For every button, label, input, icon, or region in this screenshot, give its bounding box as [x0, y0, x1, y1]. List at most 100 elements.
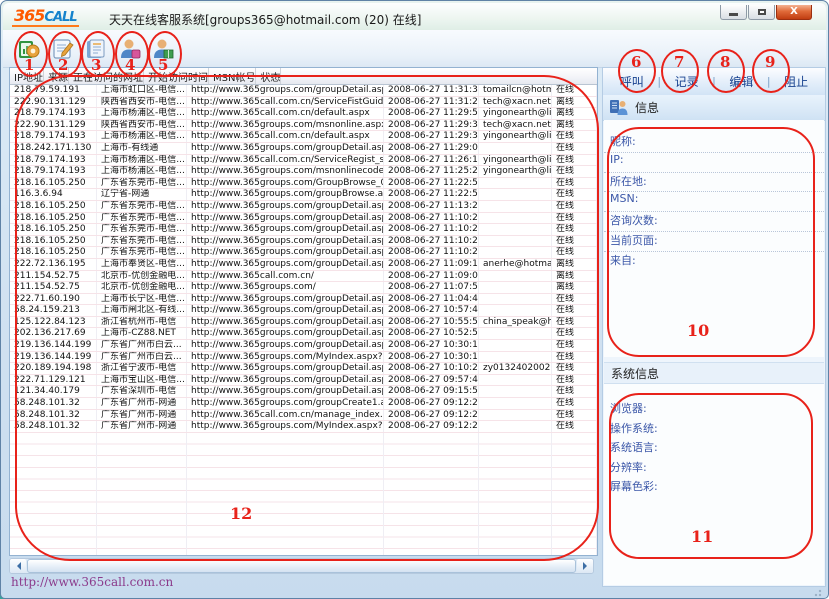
cell-start-time: 2008-06-27 09:12:26 [384, 410, 479, 421]
cell-status: 在线 [552, 305, 597, 316]
system-field-label: 系统语言: [604, 439, 824, 459]
cell-url: http://www.365groups.com/MyIndex.aspx?Me… [187, 352, 384, 363]
table-row[interactable]: 219.136.144.199 广东省广州市白云... http://www.3… [10, 352, 597, 364]
minimize-button[interactable] [720, 5, 747, 20]
cell-status: 在线 [552, 294, 597, 305]
user-admin-icon[interactable] [118, 37, 142, 61]
cell-start-time: 2008-06-27 11:25:21 [384, 166, 479, 177]
cell-msn [479, 224, 552, 235]
separator: | [657, 75, 661, 88]
cell-ip: 211.154.52.75 [10, 271, 97, 282]
cell-url: http://www.365groups.com/groupDetail.asp… [187, 363, 384, 374]
scroll-left-button[interactable] [10, 559, 26, 573]
cell-source: 上海市奉贤区-电信... [97, 259, 187, 270]
cell-status: 在线 [552, 247, 597, 258]
table-row[interactable]: 202.136.217.69 上海市-CZ88.NET http://www.3… [10, 328, 597, 340]
table-row[interactable]: 58.248.101.32 广东省广州市-网通 http://www.365gr… [10, 398, 597, 410]
table-row[interactable]: 219.136.144.199 广东省广州市白云... http://www.3… [10, 340, 597, 352]
cell-ip: 218.79.174.193 [10, 166, 97, 177]
info-section-title: 信息 [635, 99, 659, 116]
table-row[interactable]: 218.79.174.193 上海市杨浦区-电信... http://www.3… [10, 155, 597, 167]
table-row[interactable]: 222.90.131.129 陕西省西安市-电信... http://www.3… [10, 120, 597, 132]
table-row[interactable]: 58.248.101.32 广东省广州市-网通 http://www.365ca… [10, 410, 597, 422]
horizontal-scrollbar[interactable] [9, 558, 594, 574]
cell-ip: 222.71.60.190 [10, 294, 97, 305]
edit-button[interactable]: 编辑 [729, 73, 753, 90]
resize-grip[interactable] [812, 587, 822, 597]
cell-start-time: 2008-06-27 11:10:20 [384, 236, 479, 247]
info-field-label: 咨询次数: [604, 212, 824, 232]
table-row[interactable]: 220.189.194.198 浙江省宁波市-电信 http://www.365… [10, 363, 597, 375]
table-row[interactable]: 218.16.105.250 广东省东莞市-电信... http://www.3… [10, 247, 597, 259]
table-row[interactable]: 218.16.105.250 广东省东莞市-电信... http://www.3… [10, 213, 597, 225]
cell-status: 在线 [552, 85, 597, 96]
table-row[interactable]: 218.242.171.130 上海市-有线通 http://www.365gr… [10, 143, 597, 155]
table-row[interactable]: 218.16.105.250 广东省东莞市-电信... http://www.3… [10, 224, 597, 236]
table-row[interactable]: 218.79.59.191 上海市虹口区-电信... http://www.36… [10, 85, 597, 97]
block-button[interactable]: 阻止 [784, 73, 808, 90]
table-row[interactable]: 218.16.105.250 广东省东莞市-电信... http://www.3… [10, 178, 597, 190]
table-row[interactable]: 222.71.60.190 上海市长宁区-电信... http://www.36… [10, 294, 597, 306]
table-row[interactable]: 218.79.174.193 上海市杨浦区-电信... http://www.3… [10, 166, 597, 178]
edit-notes-icon[interactable] [51, 37, 75, 61]
cell-msn: anerhe@hotmail... [479, 259, 552, 270]
info-field-label: 当前页面: [604, 232, 824, 252]
close-icon: X [790, 7, 798, 17]
info-field-label: 昵称: [604, 133, 824, 153]
column-header[interactable]: 正在访问的网址 [69, 68, 144, 84]
call-button[interactable]: 呼叫 [620, 73, 644, 90]
table-row[interactable]: 125.122.84.123 浙江省杭州市-电信 http://www.365g… [10, 317, 597, 329]
cell-status: 在线 [552, 166, 597, 177]
table-row[interactable]: 218.79.174.193 上海市杨浦区-电信... http://www.3… [10, 131, 597, 143]
cell-msn [479, 294, 552, 305]
cell-url: http://www.365groups.com/ [187, 282, 384, 293]
table-row[interactable]: 116.3.6.94 辽宁省-网通 http://www.365groups.c… [10, 189, 597, 201]
cell-status: 在线 [552, 236, 597, 247]
cell-status: 在线 [552, 155, 597, 166]
column-header[interactable]: 状态 [256, 68, 281, 84]
cell-ip: 58.248.101.32 [10, 398, 97, 409]
cell-ip: 58.24.159.213 [10, 305, 97, 316]
cell-url: http://www.365groups.com/MyIndex.aspx?Me… [187, 421, 384, 432]
table-row[interactable]: 218.16.105.250 广东省东莞市-电信... http://www.3… [10, 236, 597, 248]
table-row[interactable]: 58.248.101.32 广东省广州市-网通 http://www.365gr… [10, 421, 597, 433]
scroll-right-button[interactable] [577, 559, 593, 573]
column-header[interactable]: MSN帐号 [209, 68, 256, 84]
report-settings-icon[interactable] [17, 37, 41, 61]
cell-source: 北京市-优创金融电... [97, 282, 187, 293]
record-button[interactable]: 记录 [675, 73, 699, 90]
column-header[interactable]: 来源 [44, 68, 69, 84]
cell-source: 上海市杨浦区-电信... [97, 131, 187, 142]
close-button[interactable]: X [776, 5, 812, 20]
table-row[interactable]: 222.90.131.129 陕西省西安市-电信... http://www.3… [10, 97, 597, 109]
cell-ip: 58.248.101.32 [10, 421, 97, 432]
cell-ip: 218.16.105.250 [10, 213, 97, 224]
cell-source: 陕西省西安市-电信... [97, 120, 187, 131]
maximize-button[interactable] [748, 5, 775, 20]
records-book-icon[interactable] [84, 37, 108, 61]
scrollbar-thumb[interactable] [27, 559, 576, 573]
table-row[interactable]: 211.154.52.75 北京市-优创金融电... http://www.36… [10, 271, 597, 283]
cell-msn: zy01324020027... [479, 363, 552, 374]
table-row[interactable]: 211.154.52.75 北京市-优创金融电... http://www.36… [10, 282, 597, 294]
cell-start-time: 2008-06-27 11:29:33 [384, 120, 479, 131]
cell-status: 离线 [552, 108, 597, 119]
user-book-icon[interactable] [151, 37, 175, 61]
table-row[interactable]: 222.72.136.195 上海市奉贤区-电信... http://www.3… [10, 259, 597, 271]
cell-status: 在线 [552, 340, 597, 351]
cell-ip: 218.79.174.193 [10, 131, 97, 142]
cell-ip: 218.79.59.191 [10, 85, 97, 96]
cell-status: 在线 [552, 375, 597, 386]
status-url-link[interactable]: http://www.365call.com.cn [11, 575, 173, 589]
table-row[interactable]: 222.71.129.121 上海市宝山区-电信... http://www.3… [10, 375, 597, 387]
table-row[interactable]: 218.16.105.250 广东省东莞市-电信... http://www.3… [10, 201, 597, 213]
column-header[interactable]: 开始访问时间 [144, 68, 209, 84]
cell-source: 广东省东莞市-电信... [97, 224, 187, 235]
cell-url: http://www.365groups.com/groupDetail.asp… [187, 247, 384, 258]
cell-source: 广东省东莞市-电信... [97, 213, 187, 224]
table-row[interactable]: 58.24.159.213 上海市闸北区-有线... http://www.36… [10, 305, 597, 317]
column-header[interactable]: IP地址 [10, 68, 44, 84]
table-row[interactable]: 218.79.174.193 上海市杨浦区-电信... http://www.3… [10, 108, 597, 120]
cell-source: 上海市虹口区-电信... [97, 85, 187, 96]
table-row[interactable]: 121.34.40.179 广东省深圳市-电信 http://www.365gr… [10, 386, 597, 398]
